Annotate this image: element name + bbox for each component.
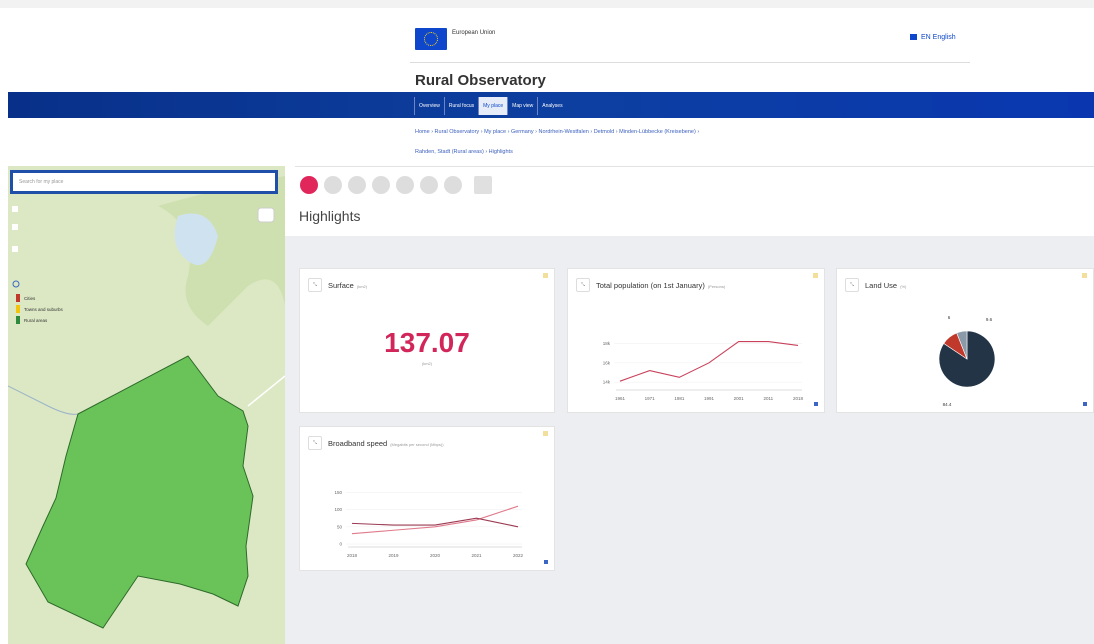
legend-swatch-cities (16, 294, 20, 302)
series-line (351, 517, 519, 528)
section-title: Highlights (299, 208, 361, 224)
surface-card: ⤡ Surface (km2) 137.07 (km2) (299, 268, 555, 413)
zoom-in-button[interactable] (12, 206, 18, 212)
y-tick-label: 18k (603, 341, 611, 346)
pie-label: 9.6 (986, 317, 993, 322)
x-tick-label: 1961 (615, 396, 626, 401)
legend-swatch-rural (16, 316, 20, 324)
card-unit: (km2) (356, 284, 368, 289)
zoom-out-button[interactable] (12, 224, 18, 230)
breadcrumb-continued[interactable]: Rahden, Stadt (Rural areas) › Highlights (415, 149, 513, 155)
surface-value: 137.07 (384, 327, 470, 358)
theme-tab-icon[interactable] (444, 176, 462, 194)
expand-icon[interactable]: ⤡ (308, 278, 322, 292)
series-line (619, 341, 799, 382)
download-icon[interactable] (814, 402, 818, 406)
x-tick-label: 1971 (645, 396, 656, 401)
x-tick-label: 2020 (430, 553, 441, 558)
y-tick-label: 0 (339, 542, 342, 547)
population-card: ⤡ Total population (on 1st January) (Pers… (567, 268, 825, 413)
eu-logo-text: European Union (452, 30, 496, 36)
site-title[interactable]: Rural Observatory (415, 72, 546, 89)
eu-flag-logo[interactable] (415, 28, 447, 50)
x-tick-label: 2001 (734, 396, 745, 401)
map-panel[interactable]: Cities Towns and suburbs Rural areas (8, 166, 285, 644)
y-tick-label: 16k (603, 360, 611, 365)
landuse-pie-chart: 84.4 9.6 6 (938, 315, 996, 407)
download-icon[interactable] (1083, 402, 1087, 406)
language-selector[interactable]: EN English (910, 34, 956, 41)
card-title-text: Surface (328, 281, 354, 290)
landuse-card: ⤡ Land Use (%) 84.4 9.6 6 (836, 268, 1094, 413)
highlights-tab-icon[interactable] (300, 176, 318, 194)
theme-toolbar (300, 176, 492, 194)
fullscreen-icon[interactable] (257, 207, 275, 223)
y-tick-label: 14k (603, 380, 611, 385)
card-title: Surface (km2) (328, 281, 367, 290)
language-label: EN English (921, 34, 956, 41)
header-divider (410, 62, 970, 63)
x-tick-label: 2021 (471, 553, 482, 558)
broadband-line-chart: 2018 2019 2020 2021 2022 0 50 100 150 (334, 490, 524, 558)
nav-item-overview[interactable]: Overview (414, 97, 444, 115)
nav-item-my-place[interactable]: My place (478, 97, 508, 115)
legend-label-cities: Cities (24, 296, 36, 301)
x-tick-label: 2011 (763, 396, 773, 401)
map-canvas[interactable]: Cities Towns and suburbs Rural areas (8, 166, 285, 644)
y-tick-label: 50 (337, 524, 343, 529)
theme-tab-icon[interactable] (348, 176, 366, 194)
x-tick-label: 1991 (704, 396, 715, 401)
x-tick-label: 2018 (793, 396, 804, 401)
theme-tab-icon[interactable] (420, 176, 438, 194)
download-icon[interactable] (544, 560, 548, 564)
place-search-input[interactable]: Search for my place (10, 170, 278, 194)
y-tick-label: 150 (334, 490, 342, 495)
legend-label-towns: Towns and suburbs (24, 307, 64, 312)
favorite-icon[interactable] (543, 273, 548, 278)
population-line-chart: 1961 1971 1981 1991 2001 2011 2018 14k 16k 18k (603, 341, 804, 401)
surface-value-unit: (km2) (421, 361, 433, 366)
legend-swatch-towns (16, 305, 20, 313)
theme-tab-icon[interactable] (372, 176, 390, 194)
theme-tab-icon[interactable] (396, 176, 414, 194)
theme-tab-icon[interactable] (324, 176, 342, 194)
language-icon (910, 34, 917, 40)
browser-top-strip (0, 0, 1094, 8)
broadband-card: ⤡ Broadband speed (Megabits per second (M… (299, 426, 555, 571)
grid-view-icon[interactable] (474, 176, 492, 194)
x-tick-label: 2019 (388, 553, 399, 558)
home-view-button[interactable] (12, 246, 18, 252)
legend-label-rural: Rural areas (24, 318, 48, 323)
site-header: European Union EN English Rural Observat… (0, 8, 1094, 92)
x-tick-label: 1981 (674, 396, 685, 401)
nav-item-rural-focus[interactable]: Rural focus (443, 97, 478, 115)
nav-item-analyses[interactable]: Analyses (537, 97, 566, 115)
main-navigation: Overview Rural focus My place Map view A… (414, 97, 567, 115)
content-divider (295, 166, 1094, 167)
breadcrumb[interactable]: Home › Rural Observatory › My place › Ge… (415, 129, 699, 135)
pie-label: 6 (948, 315, 951, 320)
nav-item-map-view[interactable]: Map view (507, 97, 537, 115)
x-tick-label: 2018 (347, 553, 358, 558)
y-tick-label: 100 (334, 507, 342, 512)
series-line (351, 505, 519, 535)
x-tick-label: 2022 (513, 553, 524, 558)
pie-label: 84.4 (943, 402, 952, 407)
